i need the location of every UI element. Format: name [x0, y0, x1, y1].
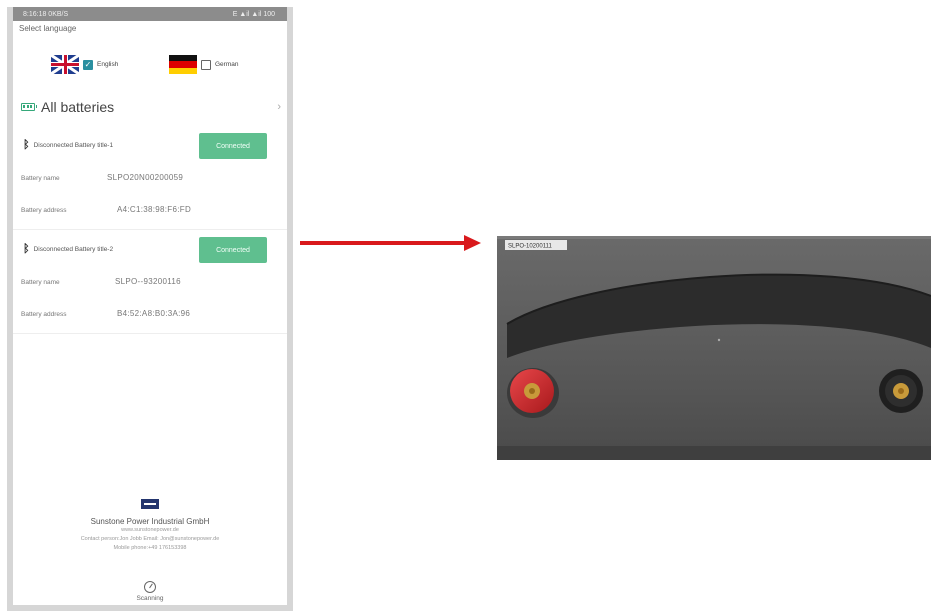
connect-button[interactable]: Connected — [199, 237, 267, 263]
company-website: www.sunstonepower.de — [121, 527, 179, 533]
language-title: Select language — [19, 24, 77, 33]
german-label: German — [215, 61, 239, 68]
battery-base — [497, 446, 931, 460]
connect-button[interactable]: Connected — [199, 133, 267, 159]
battery-sticker-text: SLPO-10200111 — [508, 244, 552, 250]
battery-address-value: A4:C1:38:98:F6:FD — [117, 205, 192, 214]
battery-name-label: Battery name — [21, 175, 60, 182]
battery-card: ᛒ Disconnected Battery title-2 Connected… — [13, 229, 287, 334]
all-batteries-label: All batteries — [41, 99, 115, 115]
app-screen: Select language ✓ English German All bat… — [13, 21, 287, 605]
battery-photo: SLPO-10200111 — [497, 236, 931, 460]
bluetooth-icon: ᛒ — [23, 243, 30, 255]
battery-card: ᛒ Disconnected Battery title-1 Connected… — [13, 125, 287, 230]
english-label: English — [97, 61, 119, 68]
company-contact: Contact person:Jon Jobb Email: Jon@sunst… — [80, 536, 220, 542]
arrow-line — [300, 241, 466, 245]
battery-title: Disconnected Battery title-2 — [33, 245, 114, 253]
german-checkbox[interactable] — [201, 59, 211, 70]
status-right: E ▲il ▲il 100 — [232, 10, 275, 18]
all-batteries-row[interactable]: All batteries › — [21, 97, 281, 117]
phone-frame: 8:16:18 0KB/S E ▲il ▲il 100 Select langu… — [7, 7, 293, 611]
bluetooth-icon: ᛒ — [23, 139, 30, 151]
battery-body — [497, 236, 931, 460]
company-logo — [141, 499, 159, 509]
logo-subtitle — [13, 511, 287, 516]
language-option-german[interactable]: German — [169, 55, 238, 74]
arrow-head-icon — [464, 235, 481, 251]
scan-label: Scanning — [136, 595, 164, 602]
company-name: Sunstone Power Industrial GmbH — [90, 517, 210, 526]
scan-button[interactable]: Scanning — [13, 581, 287, 602]
battery-name-label: Battery name — [21, 279, 60, 286]
company-footer: Sunstone Power Industrial GmbH www.sunst… — [13, 499, 287, 553]
status-bar: 8:16:18 0KB/S E ▲il ▲il 100 — [13, 7, 287, 21]
battery-address-label: Battery address — [21, 311, 67, 318]
english-checkbox[interactable]: ✓ — [83, 59, 93, 70]
battery-title: Disconnected Battery title-1 — [33, 141, 114, 149]
battery-card-header: ᛒ Disconnected Battery title-1 — [23, 139, 113, 151]
battery-name-value: SLPO20N00200059 — [107, 173, 184, 182]
battery-address-label: Battery address — [21, 207, 67, 214]
scan-icon[interactable] — [144, 581, 156, 593]
uk-flag-icon — [51, 55, 79, 74]
company-phone: Mobile phone:+49 176153398 — [113, 545, 187, 551]
battery-icon — [21, 103, 37, 111]
battery-card-header: ᛒ Disconnected Battery title-2 — [23, 243, 113, 255]
battery-address-value: B4:52:A8:B0:3A:96 — [117, 309, 191, 318]
chevron-right-icon[interactable]: › — [277, 101, 281, 113]
battery-name-value: SLPO--93200116 — [115, 277, 181, 286]
status-left: 8:16:18 0KB/S — [23, 10, 69, 18]
language-option-english[interactable]: ✓ English — [51, 55, 118, 74]
germany-flag-icon — [169, 55, 197, 74]
